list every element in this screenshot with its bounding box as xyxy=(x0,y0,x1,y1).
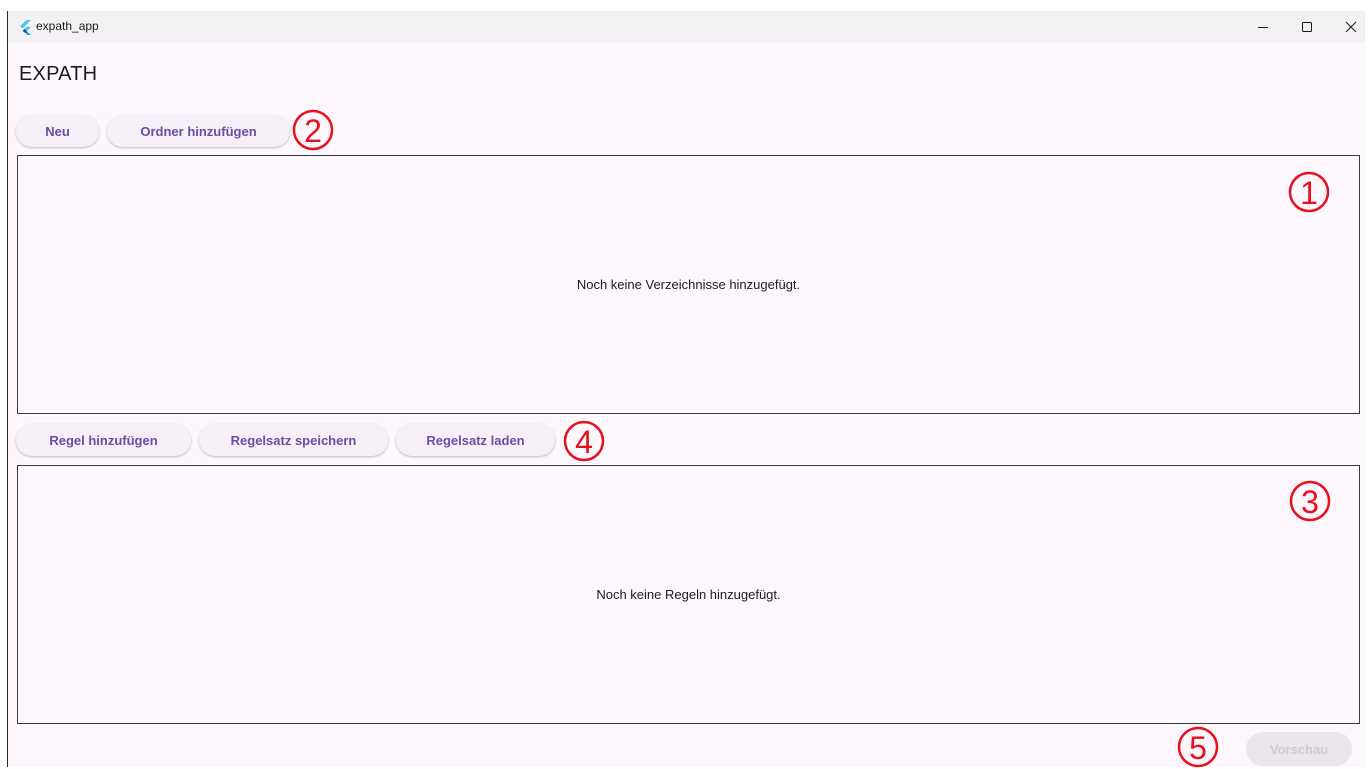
close-icon xyxy=(1345,21,1357,32)
directories-panel: Noch keine Verzeichnisse hinzugefügt. xyxy=(17,155,1360,414)
preview-button[interactable]: Vorschau xyxy=(1246,732,1352,766)
title-bar[interactable]: expath_app xyxy=(8,11,1365,42)
load-ruleset-button[interactable]: Regelsatz laden xyxy=(396,424,555,456)
page-title: EXPATH xyxy=(19,63,98,85)
add-rule-button[interactable]: Regel hinzufügen xyxy=(16,424,191,456)
annotation-marker-1: 1 xyxy=(1287,170,1331,214)
annotation-marker-3: 3 xyxy=(1288,479,1332,523)
svg-text:3: 3 xyxy=(1301,484,1319,520)
save-ruleset-button[interactable]: Regelsatz speichern xyxy=(199,424,388,456)
flutter-logo-icon xyxy=(20,20,31,35)
rules-empty-message: Noch keine Regeln hinzugefügt. xyxy=(596,587,781,602)
rules-panel: Noch keine Regeln hinzugefügt. xyxy=(17,465,1360,724)
svg-text:1: 1 xyxy=(1300,175,1318,211)
annotation-marker-2: 2 xyxy=(291,108,335,152)
svg-text:5: 5 xyxy=(1189,730,1207,766)
app-window: expath_app EXPATH Neu Ordner hinzufügen … xyxy=(7,11,1365,769)
close-button[interactable] xyxy=(1329,11,1372,42)
annotation-marker-5: 5 xyxy=(1176,725,1220,769)
window-title: expath_app xyxy=(36,19,99,33)
new-button[interactable]: Neu xyxy=(16,115,99,147)
minimize-button[interactable] xyxy=(1241,11,1285,42)
svg-text:4: 4 xyxy=(575,424,593,460)
annotation-marker-4: 4 xyxy=(562,419,606,463)
maximize-icon xyxy=(1302,21,1312,32)
add-folder-button[interactable]: Ordner hinzufügen xyxy=(107,115,290,147)
maximize-button[interactable] xyxy=(1285,11,1329,42)
svg-text:2: 2 xyxy=(304,113,322,149)
minimize-icon xyxy=(1258,26,1268,28)
directories-empty-message: Noch keine Verzeichnisse hinzugefügt. xyxy=(576,277,801,292)
